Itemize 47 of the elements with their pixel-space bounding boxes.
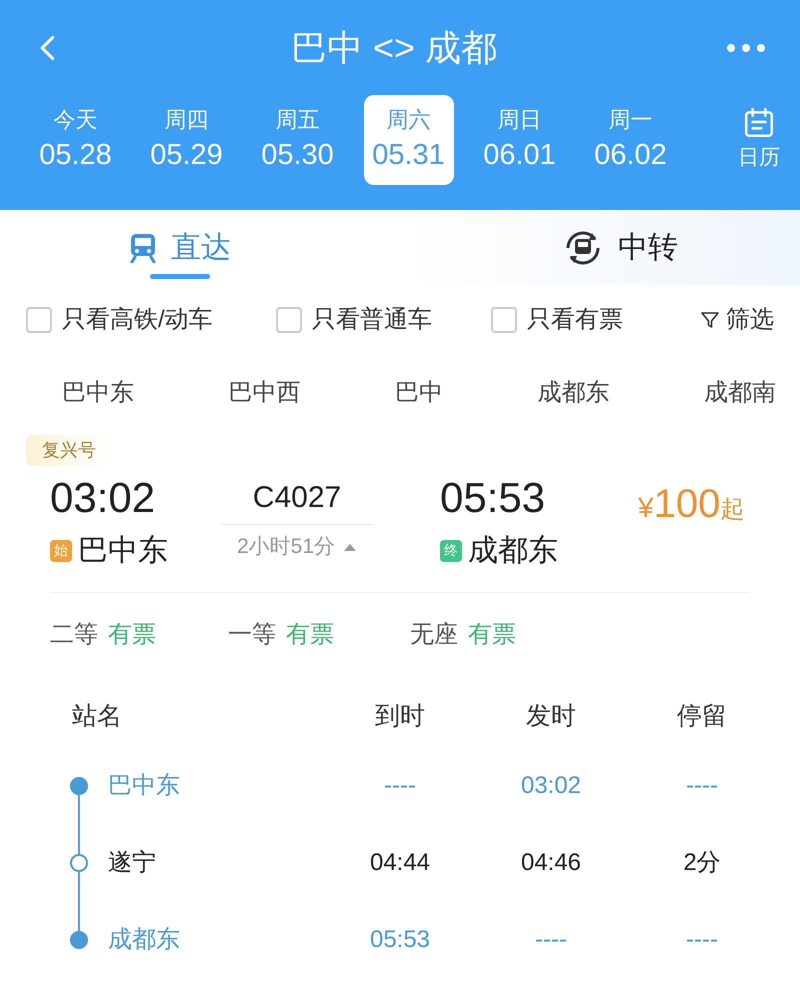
station-badge: 终 <box>440 540 462 562</box>
availability-text: 有票 <box>108 620 156 650</box>
column-header: 到时 <box>374 701 426 732</box>
filter-checkbox[interactable]: 只看高铁/动车 <box>26 302 276 338</box>
station-badge: 始 <box>50 540 72 562</box>
time-text: 05:53 <box>440 473 546 523</box>
train-number[interactable]: C4027 <box>222 472 372 525</box>
time-text: 03:02 <box>50 473 156 523</box>
duration-text: 2小时51分 <box>236 534 336 560</box>
table-cell-text: 巴中东 <box>108 770 181 800</box>
availability-text: 有票 <box>286 620 334 650</box>
tab[interactable]: 中转 <box>380 210 800 285</box>
station-filter[interactable]: 巴中 <box>395 375 443 411</box>
seat-class: 一等 <box>228 620 276 650</box>
seat-class: 二等 <box>50 620 98 650</box>
filter-checkbox[interactable]: 只看有票 <box>491 302 671 338</box>
table-cell-text: 04:44 <box>368 848 432 878</box>
table-cell-text: 成都东 <box>108 924 181 954</box>
filter-checkbox[interactable]: 只看普通车 <box>276 302 491 338</box>
table-cell-text: 05:53 <box>368 924 432 954</box>
station-filter[interactable]: 成都东 <box>538 375 610 411</box>
table-cell-text: ---- <box>685 924 719 954</box>
table-cell-text: 2分 <box>682 848 722 878</box>
seat-class: 无座 <box>410 620 458 650</box>
table-cell-text: ---- <box>534 924 568 954</box>
caret-icon[interactable] <box>343 542 358 552</box>
price-text: ¥100起 <box>638 481 744 524</box>
train-icon <box>129 232 157 262</box>
filter-button[interactable]: 筛选 <box>700 302 774 338</box>
filter-icon <box>700 310 720 330</box>
table-cell-text: 遂宁 <box>108 848 157 878</box>
tab-underline <box>150 274 210 279</box>
column-header: 站名 <box>71 701 123 732</box>
table-cell-text: 03:02 <box>520 770 582 800</box>
station-name: 成都东 <box>468 533 558 569</box>
table-cell-text: 04:46 <box>520 848 582 878</box>
station-filter[interactable]: 巴中东 <box>62 375 134 411</box>
station-name: 巴中东 <box>78 533 168 569</box>
column-header: 发时 <box>525 701 577 732</box>
availability-text: 有票 <box>468 620 516 650</box>
column-header: 停留 <box>676 701 728 732</box>
more-icon[interactable] <box>726 42 766 52</box>
table-cell-text: ---- <box>685 770 719 800</box>
station-filter[interactable]: 成都南 <box>704 375 776 411</box>
station-filter[interactable]: 巴中西 <box>228 375 300 411</box>
page-title: 巴中 <> 成都 <box>290 26 498 70</box>
table-cell-text: ---- <box>383 770 417 800</box>
